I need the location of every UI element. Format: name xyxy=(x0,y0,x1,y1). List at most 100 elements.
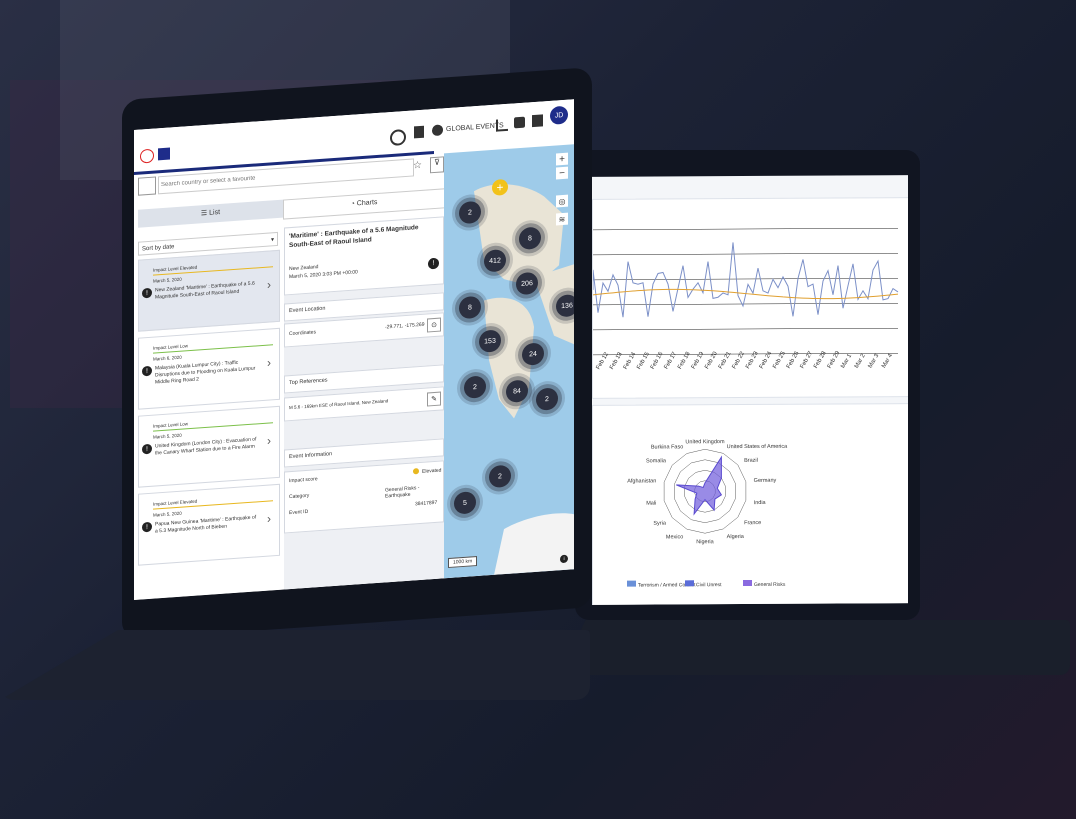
gridline xyxy=(593,227,898,231)
radar-axis-label: Somalia xyxy=(646,458,667,464)
chart-icon[interactable] xyxy=(496,118,508,132)
radar-axis-label: Mali xyxy=(646,501,656,507)
gridline xyxy=(593,302,898,306)
detail-pane: 'Maritime' : Earthquake of a 5.6 Magnitu… xyxy=(284,216,444,590)
right-screen: Feb 12 Feb 13 Feb 14 Feb 15 Feb 16 Feb 17 Feb … xyxy=(592,175,908,605)
line-chart-panel: Feb 12 Feb 13 Feb 14 Feb 15 Feb 16 Feb 17 Feb … xyxy=(592,197,908,399)
reference-text: M 5.6 - 169km ESE of Raoul Island, New Z… xyxy=(289,398,389,411)
event-date: March 5, 2020 xyxy=(153,432,182,440)
alert-icon: ! xyxy=(142,287,152,299)
alert-icon: ! xyxy=(142,365,152,377)
legend-swatch xyxy=(743,579,752,587)
geolocate-icon[interactable]: ◎ xyxy=(556,194,568,208)
map-scale: 1000 km xyxy=(448,556,478,569)
event-title: New Zealand 'Maritime' : Earthquake of a… xyxy=(155,280,255,301)
chevron-right-icon[interactable]: › xyxy=(267,277,271,291)
radar-chart-panel: United Kingdom United States of America Br… xyxy=(592,403,908,605)
favourite-star-icon[interactable]: ☆ xyxy=(413,160,422,172)
x-tick-label: Mar 2 xyxy=(854,353,867,370)
x-tick-label: Mar 1 xyxy=(840,353,853,370)
chevron-right-icon[interactable]: › xyxy=(267,355,271,369)
event-title: Papua New Guinea 'Maritime' : Earthquake… xyxy=(155,514,257,535)
right-laptop-keyboard xyxy=(560,620,1070,675)
gridline xyxy=(593,277,898,281)
locate-icon[interactable]: ⊙ xyxy=(427,317,441,333)
calendar-filter-icon[interactable] xyxy=(138,176,156,196)
event-card[interactable]: Impact Level Low March 5, 2020 ! United … xyxy=(138,405,280,488)
zoom-in-button[interactable]: + xyxy=(556,152,568,166)
coordinates-label: Coordinates xyxy=(289,329,316,338)
event-card[interactable]: Impact Level Elevated March 5, 2020 ! Ne… xyxy=(138,249,280,332)
radar-axis-label: Mexico xyxy=(666,534,683,540)
gridline xyxy=(593,252,898,256)
radar-chart: United KingdomUnited States of America Br… xyxy=(627,439,788,589)
radar-axis-label: Nigeria xyxy=(696,539,714,545)
line-chart: Feb 12 Feb 13 Feb 14 Feb 15 Feb 16 Feb 17 Feb … xyxy=(592,227,899,371)
category-label: Category xyxy=(289,492,310,501)
info-card: Impact score Elevated Category General R… xyxy=(284,460,444,534)
chevron-right-icon[interactable]: › xyxy=(267,511,271,525)
impact-label: Impact score xyxy=(289,476,318,485)
legend-swatch xyxy=(627,580,636,587)
event-card[interactable]: Impact Level Elevated March 5, 2020 ! Pa… xyxy=(138,483,280,566)
info-heading: Event Information xyxy=(289,451,333,461)
detail-country: New Zealand xyxy=(289,264,319,273)
map-icon[interactable] xyxy=(414,125,424,139)
tab-charts-label: Charts xyxy=(356,198,378,208)
map-cluster[interactable]: 136 xyxy=(556,293,574,318)
radar-axis-label: India xyxy=(754,500,767,506)
world-map[interactable]: 2 8 412 206 8 136 153 24 2 84 2 2 5 + + − ◎ ≋ 1000 k… xyxy=(444,144,574,579)
radar-axis-label: Brazil xyxy=(744,458,758,464)
radar-axis-label: Algeria xyxy=(727,534,745,540)
risk-app: GLOBAL EVENTS JD ☆ ⊽ ☰ List ◔ Charts xyxy=(134,99,574,600)
legend-label[interactable]: General Risks xyxy=(754,582,786,588)
tab-list[interactable]: ☰ List xyxy=(138,199,283,228)
radar-axis-label: United States of America xyxy=(727,444,788,450)
edit-icon[interactable]: ✎ xyxy=(427,391,441,407)
avatar[interactable]: JD xyxy=(550,105,568,125)
radar-axis-label: Syria xyxy=(653,521,666,527)
list-icon: ☰ xyxy=(200,209,210,218)
brand-logo-icon xyxy=(158,147,170,161)
calendar-icon[interactable] xyxy=(532,114,543,128)
trend-line xyxy=(592,288,899,300)
radar-axis-label: Afghanistan xyxy=(627,478,656,484)
event-date: March 5, 2020 xyxy=(153,276,182,284)
radar-axis-label: France xyxy=(744,520,761,526)
event-date: March 6, 2020 xyxy=(153,354,182,362)
toggle-icon[interactable] xyxy=(390,128,406,147)
logo-icon xyxy=(140,148,154,164)
gridline xyxy=(593,327,898,331)
eventid-value: 38417897 xyxy=(415,499,438,508)
sort-label: Sort by date xyxy=(142,244,175,253)
globe-icon[interactable] xyxy=(432,124,443,137)
zoom-out-button[interactable]: − xyxy=(556,166,568,180)
filter-icon[interactable]: ⊽ xyxy=(430,156,444,174)
event-date: March 5, 2020 xyxy=(153,510,182,518)
radar-series xyxy=(676,455,723,516)
legend-swatch xyxy=(685,580,694,587)
alert-icon: ! xyxy=(428,257,439,270)
tab-list-label: List xyxy=(209,208,221,217)
location-heading: Event Location xyxy=(289,305,326,315)
alert-icon: ! xyxy=(142,521,152,533)
left-screen: GLOBAL EVENTS JD ☆ ⊽ ☰ List ◔ Charts xyxy=(134,99,574,600)
event-title: United Kingdom (London City) : Evacuatio… xyxy=(155,436,257,457)
radar-axis-label: Burkina Faso xyxy=(651,444,683,450)
chevron-down-icon: ▾ xyxy=(270,237,274,244)
event-title: Malaysia (Kuala Lumpur City) : Traffic D… xyxy=(155,359,256,386)
layers-icon[interactable]: ≋ xyxy=(556,212,568,226)
detail-title: 'Maritime' : Earthquake of a 5.6 Magnitu… xyxy=(289,224,419,250)
briefcase-icon[interactable] xyxy=(514,116,525,129)
category-value: General Risks - Earthquake xyxy=(385,485,420,500)
tab-charts[interactable]: ◔ Charts xyxy=(283,188,445,220)
detail-header-card: 'Maritime' : Earthquake of a 5.6 Magnitu… xyxy=(284,216,444,296)
alert-icon: ! xyxy=(142,443,152,455)
coordinates-value: -29.771, -175.269 xyxy=(385,321,425,331)
eventid-label: Event ID xyxy=(289,508,309,517)
impact-dot xyxy=(413,468,419,475)
references-heading: Top References xyxy=(289,377,328,387)
legend-label[interactable]: Civil Unrest xyxy=(696,582,722,588)
chevron-right-icon[interactable]: › xyxy=(267,433,271,447)
event-card[interactable]: Impact Level Low March 6, 2020 ! Malaysi… xyxy=(138,327,280,410)
